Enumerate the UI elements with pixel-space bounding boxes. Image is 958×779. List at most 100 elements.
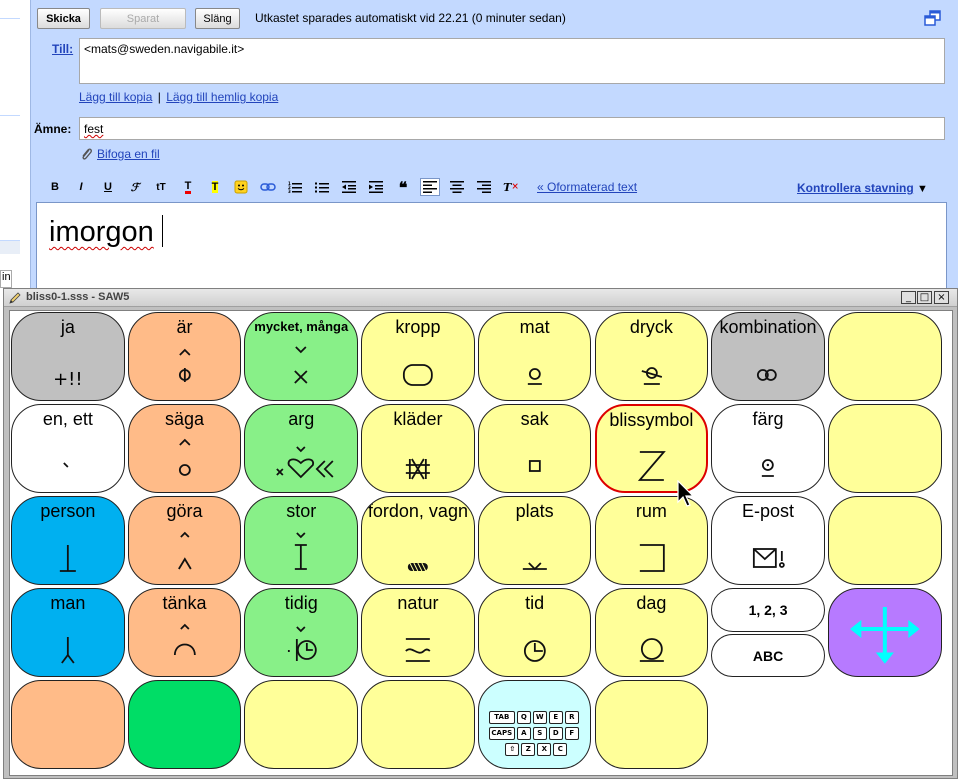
add-cc-link[interactable]: Lägg till kopia (79, 90, 152, 104)
grid-cell-empty[interactable] (11, 680, 125, 769)
abc-cell[interactable]: ABC (711, 634, 825, 677)
grid-cell-split: 1, 2, 3 ABC (711, 588, 825, 677)
cell-label: göra (166, 501, 203, 521)
underline-button[interactable]: U (98, 178, 118, 196)
close-button[interactable]: × (934, 291, 949, 304)
grid-cell-man[interactable]: man (11, 588, 125, 677)
grid-cell-tänka[interactable]: tänka (127, 588, 242, 677)
grid-cell-sak[interactable]: sak (477, 404, 592, 493)
grid-cell-göra[interactable]: göra (127, 496, 242, 585)
grid-cell-ja[interactable]: ja +!! (11, 312, 125, 401)
send-button[interactable]: Skicka (37, 8, 90, 29)
keyboard-cell[interactable]: TAB Q W E R CAPS A S D F ⇧ Z X C (477, 680, 592, 769)
grid-cell-tid[interactable]: tid (477, 588, 592, 677)
mouse-cursor-icon (677, 480, 695, 507)
keyboard-key: CAPS (488, 727, 515, 740)
side-box (0, 240, 20, 254)
grid-cell-dag[interactable]: dag (594, 588, 709, 677)
cell-label: man (50, 593, 86, 613)
keyboard-key: R (564, 711, 579, 724)
text-caret (161, 215, 163, 247)
cell-label: stor (286, 501, 317, 521)
popout-icon[interactable] (924, 10, 941, 27)
link-icon[interactable] (258, 178, 278, 196)
font-icon[interactable]: ℱ (125, 178, 145, 196)
bold-button[interactable]: B (45, 178, 65, 196)
grid-cell-empty[interactable] (594, 680, 709, 769)
grid-cell-e-post[interactable]: E-post (711, 496, 825, 585)
add-bcc-link[interactable]: Lägg till hemlig kopia (166, 90, 278, 104)
message-editor[interactable]: imorgon (36, 202, 947, 300)
grid-cell-mat[interactable]: mat (477, 312, 592, 401)
quote-icon[interactable]: ❝ (393, 178, 413, 197)
grid-cell-rum[interactable]: rum (594, 496, 709, 585)
bullet-list-icon[interactable] (312, 178, 332, 196)
grid-cell-empty[interactable] (827, 588, 942, 677)
grid-cell-dryck[interactable]: dryck (594, 312, 709, 401)
grid-cell-empty[interactable] (827, 404, 942, 493)
grid-cell-tidig[interactable]: tidig (244, 588, 359, 677)
maximize-button[interactable]: □ (917, 291, 932, 304)
cell-label: person (40, 501, 96, 521)
grid-cell-kombination[interactable]: kombination (711, 312, 825, 401)
grid-cell-empty[interactable] (361, 680, 475, 769)
grid-cell-kläder[interactable]: kläder (361, 404, 475, 493)
saw-titlebar[interactable]: bliss0-1.sss - SAW5 _ □ × (4, 289, 957, 307)
discard-button[interactable]: Släng (195, 8, 240, 29)
attach-file-link[interactable]: Bifoga en fil (97, 147, 160, 161)
highlight-icon[interactable]: T (205, 178, 225, 196)
many-icon (245, 341, 357, 399)
grid-cell-säga[interactable]: säga (127, 404, 242, 493)
saved-button: Sparat (100, 8, 186, 29)
numbers-cell[interactable]: 1, 2, 3 (711, 588, 825, 632)
spellcheck-dropdown-icon[interactable]: ▼ (917, 183, 928, 195)
align-left-icon[interactable] (420, 178, 440, 196)
subject-field[interactable]: fest (79, 117, 945, 140)
editor-word: imorgon (49, 216, 154, 248)
remove-format-icon[interactable]: T × (501, 178, 521, 196)
numbered-list-icon[interactable]: 123 (285, 178, 305, 196)
numbers-label: 1, 2, 3 (748, 602, 788, 618)
grid-cell-en-ett[interactable]: en, ett (11, 404, 125, 493)
italic-button[interactable]: I (71, 178, 91, 196)
grid-cell-empty[interactable] (827, 496, 942, 585)
minimize-button[interactable]: _ (901, 291, 916, 304)
grid-cell-empty[interactable] (127, 680, 242, 769)
grid-cell-empty[interactable] (827, 312, 942, 401)
room-icon (596, 525, 708, 583)
to-field[interactable]: <mats@sweden.navigabile.it> (79, 38, 945, 84)
to-label[interactable]: Till: (52, 42, 73, 56)
indent-icon[interactable] (366, 178, 386, 196)
grid-cell-fordon-vagn[interactable]: fordon, vagn (361, 496, 475, 585)
cell-label: plats (515, 501, 554, 521)
side-input[interactable]: in (0, 270, 12, 288)
plain-text-link[interactable]: « Oformaterad text (537, 180, 637, 194)
say-icon (129, 433, 241, 491)
separator: | (157, 90, 161, 104)
font-size-icon[interactable]: tT (151, 178, 171, 196)
svg-text:3: 3 (288, 189, 291, 193)
grid-cell-empty[interactable] (244, 680, 359, 769)
grid-cell-plats[interactable]: plats (477, 496, 592, 585)
grid-cell-färg[interactable]: färg (711, 404, 825, 493)
cell-label: E-post (742, 501, 795, 521)
text-color-icon[interactable]: T (178, 178, 198, 196)
think-icon (129, 617, 241, 675)
cell-label: blissymbol (609, 410, 694, 430)
grid-cell-arg[interactable]: arg (244, 404, 359, 493)
grid-cell-är[interactable]: är (127, 312, 242, 401)
spellcheck-link[interactable]: Kontrollera stavning (797, 181, 914, 195)
grid-cell-stor[interactable]: stor (244, 496, 359, 585)
emoticon-icon[interactable] (231, 178, 251, 196)
cell-label: dag (636, 593, 667, 613)
email-icon (712, 525, 824, 583)
grid-cell-mycket-många[interactable]: mycket, många (244, 312, 359, 401)
grid-cell-natur[interactable]: natur (361, 588, 475, 677)
align-right-icon[interactable] (474, 178, 494, 196)
align-center-icon[interactable] (447, 178, 467, 196)
grid-cell-person[interactable]: person (11, 496, 125, 585)
outdent-icon[interactable] (339, 178, 359, 196)
grid-cell-kropp[interactable]: kropp (361, 312, 475, 401)
arrows-icon (829, 592, 941, 665)
saw-title: bliss0-1.sss - SAW5 (26, 291, 130, 303)
